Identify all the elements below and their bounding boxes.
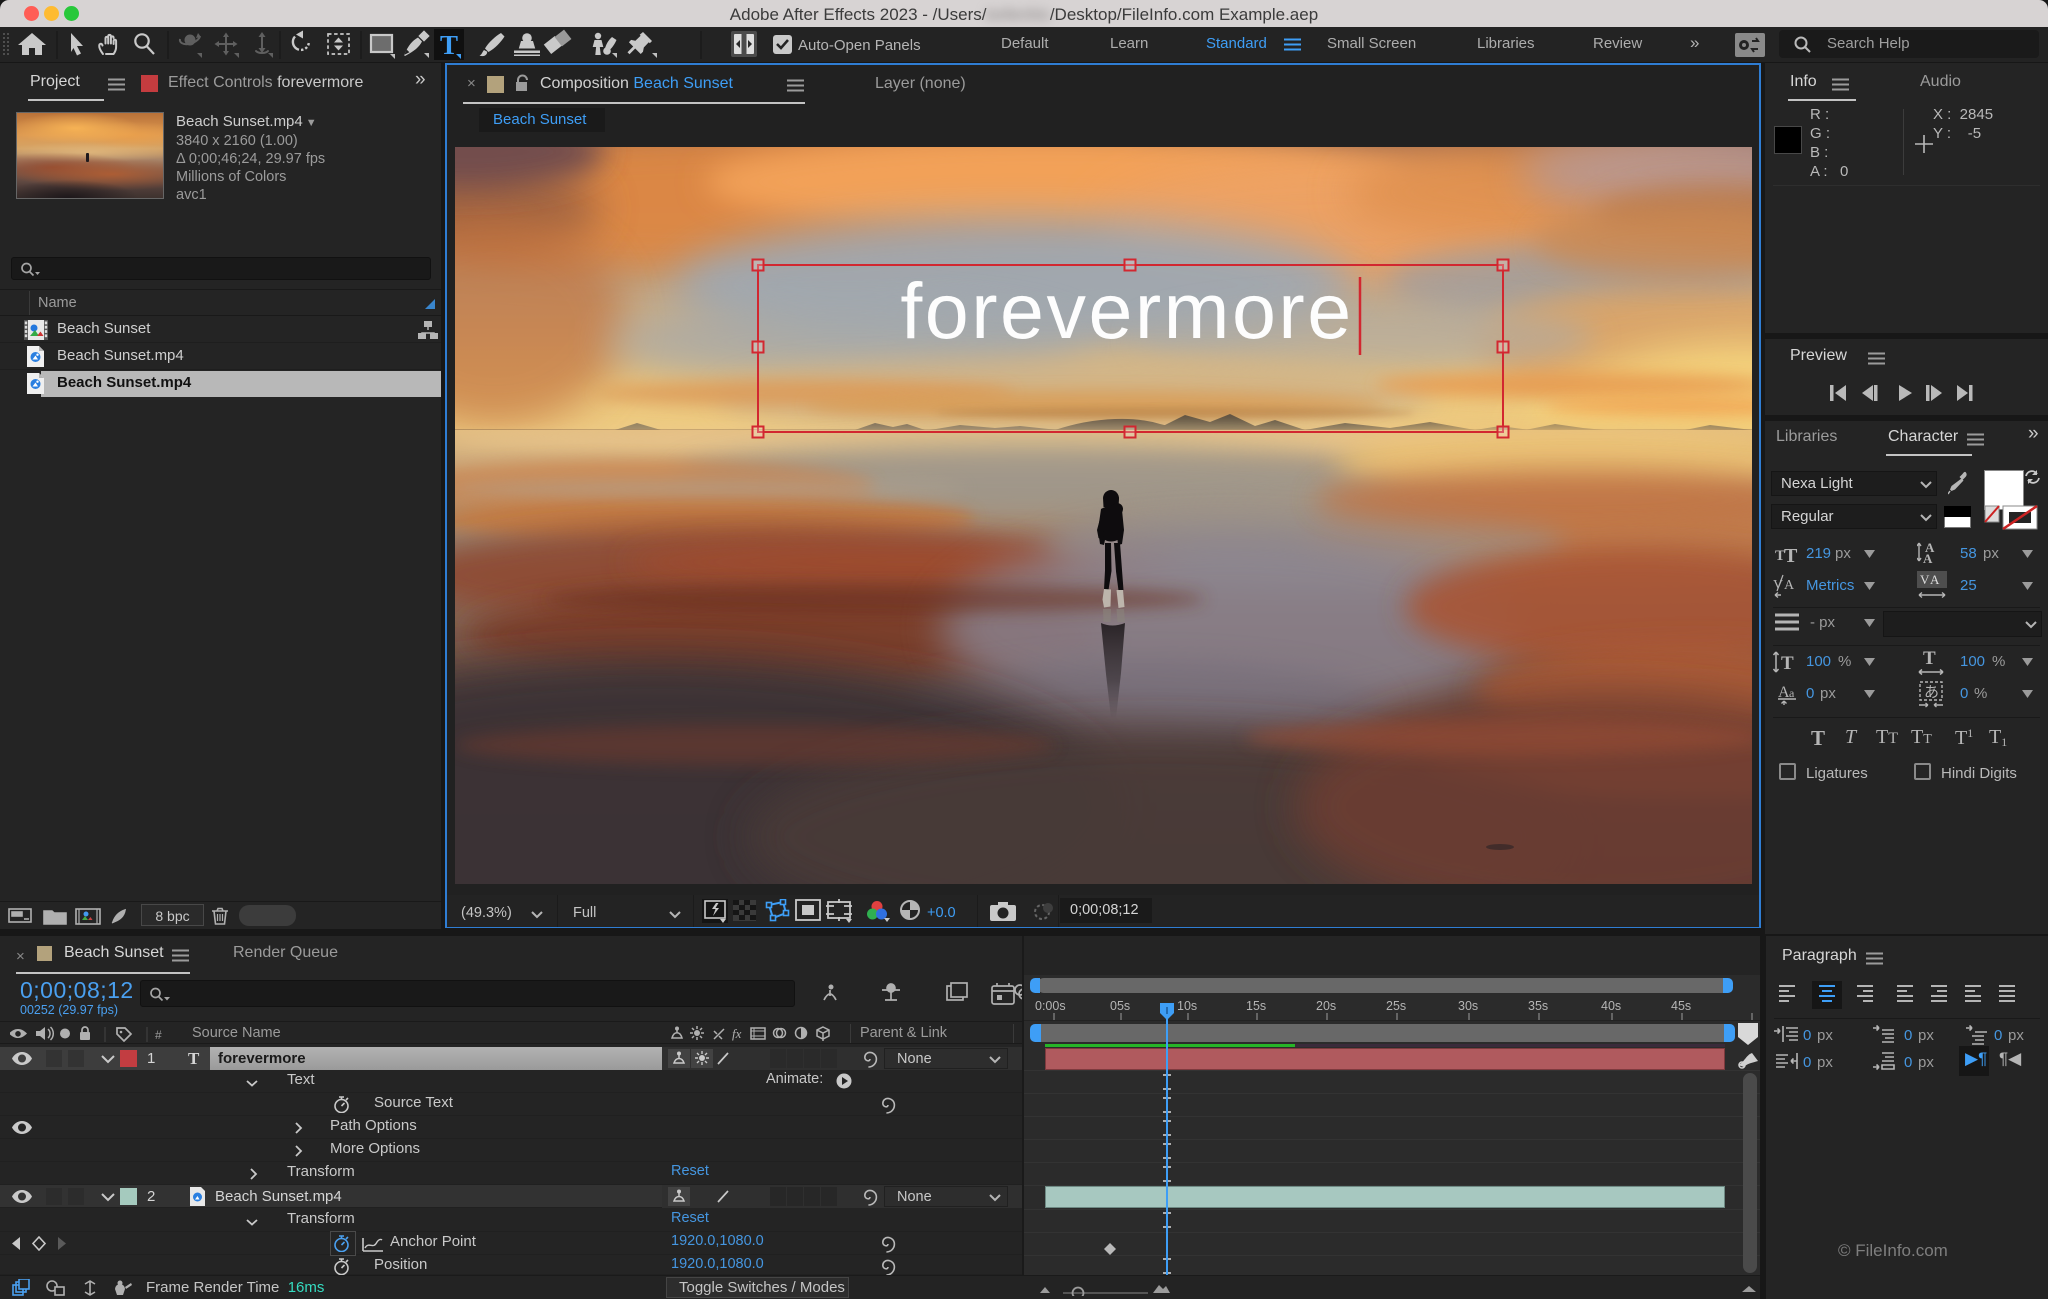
svg-text:#: # <box>155 1028 162 1042</box>
svg-text:あ: あ <box>1924 684 1939 701</box>
svg-text:V: V <box>1920 572 1930 587</box>
svg-text:A: A <box>1923 551 1933 565</box>
svg-text:T: T <box>440 30 458 60</box>
svg-text:T: T <box>1923 648 1936 669</box>
svg-text:Auto-Open Panels: Auto-Open Panels <box>798 37 921 54</box>
svg-text:A: A <box>1784 578 1795 593</box>
svg-text:forevermore: forevermore <box>900 266 1353 355</box>
svg-text:A: A <box>1930 572 1940 587</box>
svg-text:T: T <box>1784 545 1798 563</box>
svg-text:T: T <box>1781 653 1794 674</box>
svg-text:a: a <box>1789 686 1795 700</box>
svg-text:fx: fx <box>732 1026 742 1041</box>
